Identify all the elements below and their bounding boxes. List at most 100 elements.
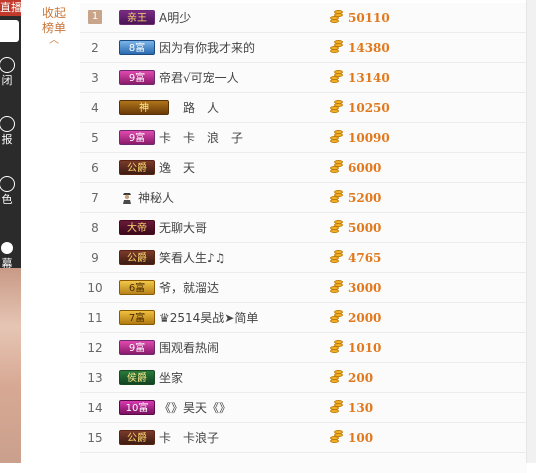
coin-icon [330, 70, 344, 84]
rank-number: 8 [91, 221, 99, 235]
user-name[interactable]: 神秘人 [138, 183, 174, 213]
ranking-list: 1 亲王 A明少 50110 2 8富 因为有你我才来的 14380 3 9富 帝君√可宠一人 131… [80, 3, 527, 473]
ranking-row[interactable]: 6 公爵逸 天 6000 [80, 153, 527, 183]
rank-number: 10 [87, 281, 103, 295]
ranking-row[interactable]: 1 亲王 A明少 50110 [80, 3, 527, 33]
report-button-label: 报 [1, 133, 13, 146]
contribution-score: 4765 [348, 251, 382, 265]
level-badge: 公爵 [119, 430, 155, 445]
ranking-row[interactable]: 8 大帝 无聊大哥 5000 [80, 213, 527, 243]
coin-icon [330, 310, 344, 324]
circle-icon [0, 176, 15, 192]
level-badge: 9富 [119, 340, 155, 355]
danmaku-toggle[interactable]: 幕 [0, 242, 20, 270]
contribution-score: 10090 [348, 131, 390, 145]
coin-icon [330, 100, 344, 114]
ranking-row[interactable]: 4 神路 人 10250 [80, 93, 527, 123]
coin-icon [330, 280, 344, 294]
circle-icon [0, 116, 15, 132]
user-name[interactable]: 坐家 [159, 363, 183, 393]
user-name[interactable]: 卡 卡 浪 子 [159, 123, 243, 153]
ranking-row[interactable]: 12 9富 围观看热闹 1010 [80, 333, 527, 363]
user-name[interactable]: 笑看人生♪♫ [159, 243, 225, 273]
rank-number: 6 [91, 161, 99, 175]
video-preview [0, 268, 21, 463]
level-badge: 侯爵 [119, 370, 155, 385]
collapse-ranking-button[interactable]: 收起 榜单 ︿ [38, 6, 70, 46]
user-name[interactable]: 帝君√可宠一人 [159, 63, 239, 93]
color-button-label: 色 [1, 193, 13, 206]
rank-number: 9 [91, 251, 99, 265]
ranking-row[interactable]: 11 7富 ♛2514昊战➤简单 2000 [80, 303, 527, 333]
user-name[interactable]: ♛2514昊战➤简单 [159, 303, 258, 333]
user-name[interactable]: A明少 [159, 3, 191, 33]
coin-icon [330, 130, 344, 144]
coin-icon [330, 10, 344, 24]
rank-number: 11 [87, 311, 103, 325]
rank-number: 5 [91, 131, 99, 145]
contribution-score: 10250 [348, 101, 390, 115]
level-badge: 9富 [119, 70, 155, 85]
ranking-row[interactable]: 15 公爵卡 卡浪子 100 [80, 423, 527, 453]
contribution-score: 2000 [348, 311, 382, 325]
rank-number: 12 [87, 341, 103, 355]
close-button[interactable]: 闭 [0, 57, 20, 87]
coin-icon [330, 40, 344, 54]
chevron-up-icon: ︿ [49, 35, 59, 46]
coin-icon [330, 340, 344, 354]
user-name[interactable]: 逸 天 [159, 153, 195, 183]
coin-icon [330, 430, 344, 444]
ranking-row[interactable]: 2 8富 因为有你我才来的 14380 [80, 33, 527, 63]
contribution-score: 100 [348, 431, 374, 445]
circle-icon [0, 57, 15, 73]
contribution-score: 5000 [348, 221, 382, 235]
coin-icon [330, 190, 344, 204]
level-badge: 7富 [119, 310, 155, 325]
coin-icon [330, 220, 344, 234]
ranking-row[interactable]: 3 9富 帝君√可宠一人 13140 [80, 63, 527, 93]
ranking-row[interactable]: 9 公爵 笑看人生♪♫ 4765 [80, 243, 527, 273]
rank-number: 15 [87, 431, 103, 445]
contribution-score: 50110 [348, 11, 390, 25]
rank-number: 13 [87, 371, 103, 385]
level-badge: 神 [119, 100, 169, 115]
level-badge: 大帝 [119, 220, 155, 235]
contribution-score: 200 [348, 371, 374, 385]
user-name[interactable]: 无聊大哥 [159, 213, 207, 243]
live-tab[interactable]: 直播 [0, 0, 21, 16]
report-button[interactable]: 报 [0, 116, 20, 146]
scrollbar[interactable] [526, 0, 536, 463]
level-badge: 8富 [119, 40, 155, 55]
contribution-score: 1010 [348, 341, 382, 355]
user-name[interactable]: 围观看热闹 [159, 333, 219, 363]
rank-number: 2 [91, 41, 99, 55]
collapse-label-line2: 榜单 [41, 21, 66, 35]
coin-icon [330, 400, 344, 414]
contribution-score: 13140 [348, 71, 390, 85]
collapse-label-line1: 收起 [41, 6, 66, 20]
toggle-dot-icon [1, 242, 13, 254]
level-badge: 6富 [119, 280, 155, 295]
contribution-score: 5200 [348, 191, 382, 205]
coin-icon [330, 250, 344, 264]
ranking-row[interactable]: 14 10富 《》昊天《》 130 [80, 393, 527, 423]
ranking-row[interactable]: 10 6富 爷，就溜达 3000 [80, 273, 527, 303]
close-button-label: 闭 [1, 74, 13, 87]
contribution-score: 6000 [348, 161, 382, 175]
rank-number: 1 [88, 10, 102, 24]
color-button[interactable]: 色 [0, 176, 20, 206]
ranking-row[interactable]: 7 神秘人 5200 [80, 183, 527, 213]
contribution-score: 3000 [348, 281, 382, 295]
user-name[interactable]: 爷，就溜达 [159, 273, 219, 303]
ranking-row[interactable]: 5 9富卡 卡 浪 子 10090 [80, 123, 527, 153]
user-name[interactable]: 《》昊天《》 [159, 393, 231, 423]
user-name[interactable]: 路 人 [183, 93, 219, 123]
user-name[interactable]: 因为有你我才来的 [159, 33, 255, 63]
user-name[interactable]: 卡 卡浪子 [159, 423, 219, 453]
coin-icon [330, 370, 344, 384]
rank-number: 4 [91, 101, 99, 115]
ranking-row[interactable]: 13 侯爵 坐家 200 [80, 363, 527, 393]
sidebar-input-box[interactable] [0, 20, 19, 42]
left-sidebar: 直播 闭 报 色 幕 [0, 0, 21, 463]
level-badge: 10富 [119, 400, 155, 415]
